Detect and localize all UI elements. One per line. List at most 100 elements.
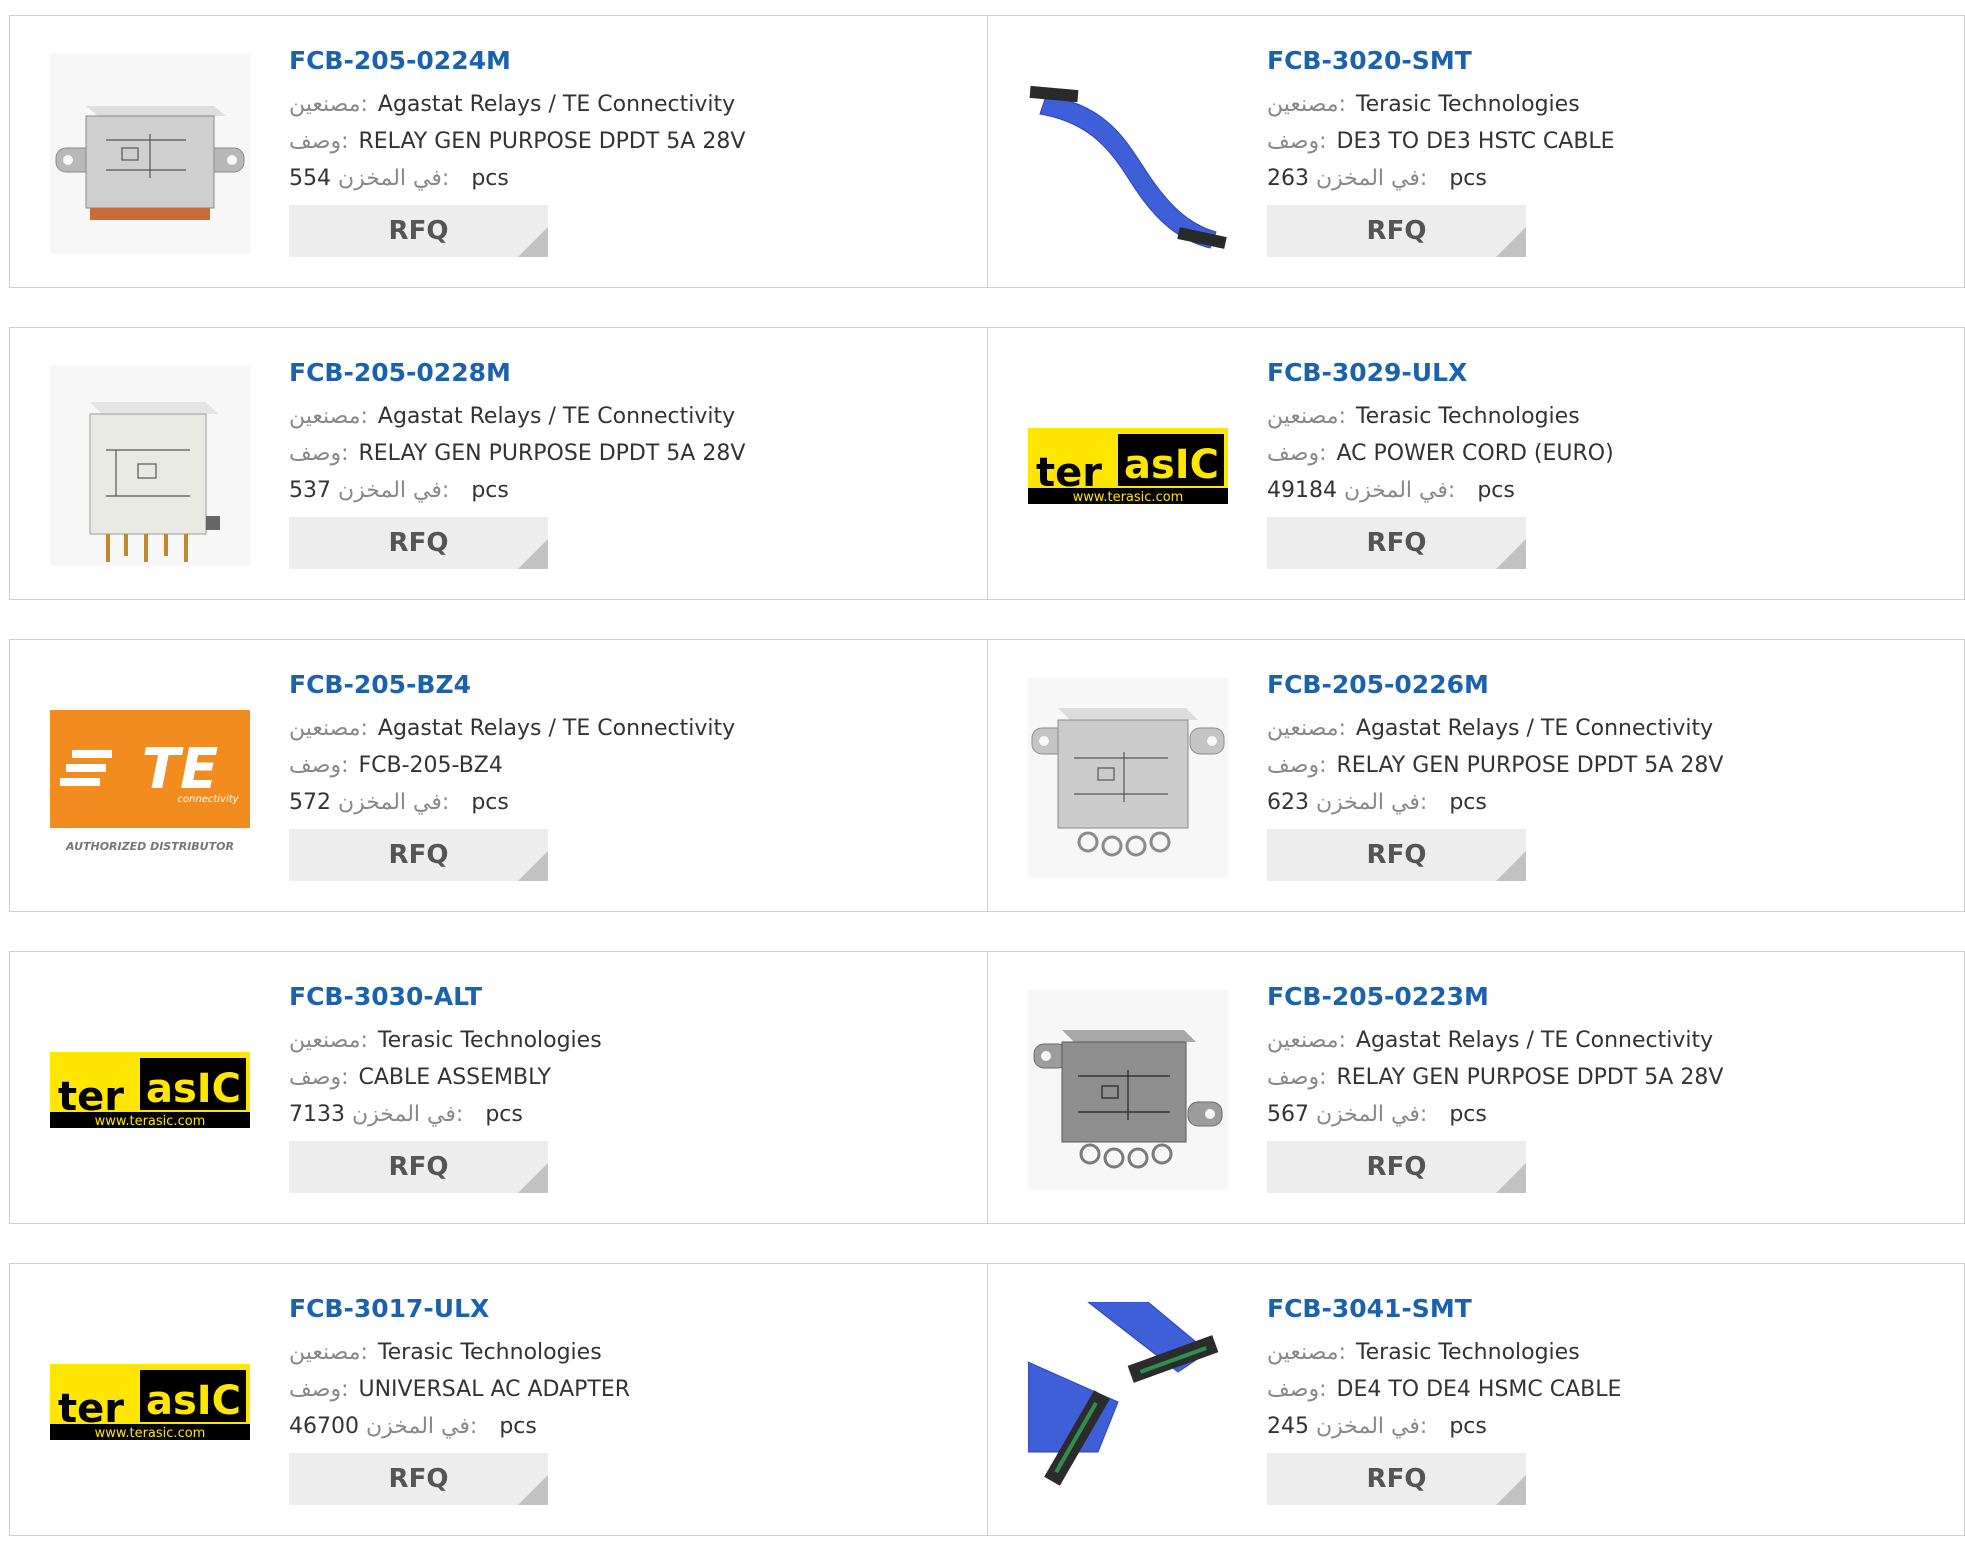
part-number-link[interactable]: FCB-3030-ALT [289,982,929,1012]
stock-value: 7133 [289,1102,345,1127]
part-number-link[interactable]: FCB-205-0224M [289,46,929,76]
te-logo[interactable]: TE connectivity AUTHORIZED DISTRIBUTOR [50,678,250,878]
manufacturer-value: Agastat Relays / TE Connectivity [1355,1028,1714,1053]
product-info: FCB-3017-ULX مصنعين: Terasic Technologies… [289,1294,929,1505]
manufacturer-line: مصنعين: Agastat Relays / TE Connectivity [1267,1022,1907,1059]
product-info: FCB-205-BZ4 مصنعين: Agastat Relays / TE C… [289,670,929,881]
rfq-button[interactable]: RFQ [1267,205,1526,257]
stock-unit: pcs [1449,166,1487,191]
rfq-button[interactable]: RFQ [1267,517,1526,569]
flat-cable-image[interactable] [1028,54,1228,254]
rfq-button[interactable]: RFQ [289,1453,548,1505]
terasic-logo[interactable]: ter asIC www.terasic.com [1028,366,1228,566]
terasic-logo[interactable]: ter asIC www.terasic.com [50,1302,250,1502]
rfq-button[interactable]: RFQ [289,829,548,881]
product-row: ter asIC www.terasic.com FCB-3017-ULX مص… [9,1263,1965,1536]
description-label: وصف: [1267,1377,1327,1402]
manufacturer-label: مصنعين: [1267,92,1346,117]
manufacturer-value: Terasic Technologies [377,1028,602,1053]
description-value: DE4 TO DE4 HSMC CABLE [1336,1377,1622,1402]
manufacturer-label: مصنعين: [289,404,368,429]
stock-value: 263 [1267,166,1309,191]
product-row: TE connectivity AUTHORIZED DISTRIBUTOR F… [9,639,1965,912]
product-card: ter asIC www.terasic.com FCB-3029-ULX مص… [987,328,1964,599]
product-info: FCB-3030-ALT مصنعين: Terasic Technologies… [289,982,929,1193]
product-card: ter asIC www.terasic.com FCB-3030-ALT مص… [10,952,987,1223]
rfq-button[interactable]: RFQ [1267,829,1526,881]
manufacturer-line: مصنعين: Terasic Technologies [1267,86,1907,123]
rfq-button[interactable]: RFQ [289,517,548,569]
part-number-link[interactable]: FCB-3017-ULX [289,1294,929,1324]
rfq-button[interactable]: RFQ [289,205,548,257]
stock-label: في المخزن: [366,1414,478,1439]
manufacturer-label: مصنعين: [289,1028,368,1053]
description-label: وصف: [289,1377,349,1402]
relay-image[interactable] [50,54,250,254]
stock-value: 537 [289,478,331,503]
description-value: RELAY GEN PURPOSE DPDT 5A 28V [1336,753,1724,778]
manufacturer-value: Agastat Relays / TE Connectivity [1355,716,1714,741]
manufacturer-label: مصنعين: [289,1340,368,1365]
stock-value: 245 [1267,1414,1309,1439]
relay-image[interactable] [1028,678,1228,878]
product-info: FCB-205-0223M مصنعين: Agastat Relays / TE… [1267,982,1907,1193]
product-card: FCB-205-0223M مصنعين: Agastat Relays / TE… [987,952,1964,1223]
terasic-logo-url: www.terasic.com [95,1426,206,1441]
stock-line: 245 في المخزن: pcs [1267,1408,1907,1445]
terasic-logo-right: asIC [1124,442,1219,488]
terasic-logo[interactable]: ter asIC www.terasic.com [50,990,250,1190]
relay-image[interactable] [50,366,250,566]
description-line: وصف: RELAY GEN PURPOSE DPDT 5A 28V [1267,1059,1907,1096]
connector-cable-image[interactable] [1028,1302,1228,1502]
part-number-link[interactable]: FCB-205-0228M [289,358,929,388]
relay-image[interactable] [1028,990,1228,1190]
stock-line: 537 في المخزن: pcs [289,472,929,509]
stock-label: في المخزن: [1344,478,1456,503]
stock-value: 554 [289,166,331,191]
terasic-logo-right: asIC [146,1378,241,1424]
stock-line: 49184 في المخزن: pcs [1267,472,1907,509]
manufacturer-line: مصنعين: Agastat Relays / TE Connectivity [1267,710,1907,747]
manufacturer-line: مصنعين: Terasic Technologies [1267,398,1907,435]
product-row: ter asIC www.terasic.com FCB-3030-ALT مص… [9,951,1965,1224]
stock-label: في المخزن: [352,1102,464,1127]
rfq-button[interactable]: RFQ [1267,1453,1526,1505]
part-number-link[interactable]: FCB-205-0226M [1267,670,1907,700]
te-logo-mark: TE [142,737,218,802]
rfq-button[interactable]: RFQ [1267,1141,1526,1193]
description-label: وصف: [1267,129,1327,154]
description-value: FCB-205-BZ4 [358,753,503,778]
stock-unit: pcs [471,790,509,815]
manufacturer-label: مصنعين: [1267,716,1346,741]
manufacturer-line: مصنعين: Terasic Technologies [1267,1334,1907,1371]
part-number-link[interactable]: FCB-3029-ULX [1267,358,1907,388]
description-label: وصف: [289,129,349,154]
rfq-button[interactable]: RFQ [289,1141,548,1193]
product-card: ter asIC www.terasic.com FCB-3017-ULX مص… [10,1264,987,1535]
product-row: FCB-205-0228M مصنعين: Agastat Relays / TE… [9,327,1965,600]
stock-line: 7133 في المخزن: pcs [289,1096,929,1133]
product-card: FCB-205-0224M مصنعين: Agastat Relays / TE… [10,16,987,287]
terasic-logo-url: www.terasic.com [1073,490,1184,505]
stock-label: في المخزن: [1316,1414,1428,1439]
product-info: FCB-3020-SMT مصنعين: Terasic Technologies… [1267,46,1907,257]
description-value: CABLE ASSEMBLY [358,1065,551,1090]
product-info: FCB-205-0226M مصنعين: Agastat Relays / TE… [1267,670,1907,881]
stock-line: 46700 في المخزن: pcs [289,1408,929,1445]
part-number-link[interactable]: FCB-205-BZ4 [289,670,929,700]
description-line: وصف: DE3 TO DE3 HSTC CABLE [1267,123,1907,160]
part-number-link[interactable]: FCB-205-0223M [1267,982,1907,1012]
manufacturer-value: Terasic Technologies [1355,1340,1580,1365]
manufacturer-value: Agastat Relays / TE Connectivity [377,92,736,117]
description-label: وصف: [1267,753,1327,778]
stock-unit: pcs [499,1414,537,1439]
product-card: FCB-205-0228M مصنعين: Agastat Relays / TE… [10,328,987,599]
stock-value: 46700 [289,1414,359,1439]
stock-line: 572 في المخزن: pcs [289,784,929,821]
manufacturer-value: Terasic Technologies [1355,404,1580,429]
part-number-link[interactable]: FCB-3041-SMT [1267,1294,1907,1324]
description-label: وصف: [1267,1065,1327,1090]
manufacturer-label: مصنعين: [1267,1340,1346,1365]
stock-unit: pcs [471,478,509,503]
part-number-link[interactable]: FCB-3020-SMT [1267,46,1907,76]
